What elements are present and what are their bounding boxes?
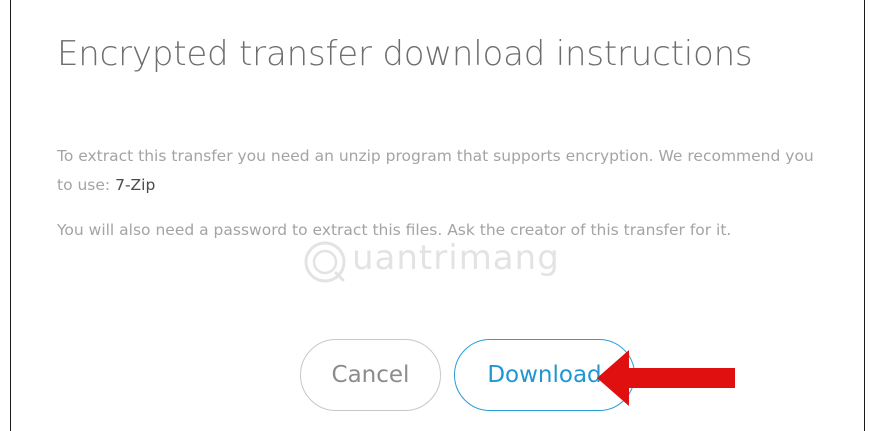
recommended-program: 7-Zip (115, 176, 156, 194)
watermark-text: uantrimang (352, 238, 560, 278)
dialog: Encrypted transfer download instructions… (0, 0, 870, 431)
watermark-logo-icon (304, 241, 346, 283)
red-arrow-icon (597, 350, 735, 406)
cancel-button[interactable]: Cancel (300, 339, 441, 411)
left-border (10, 0, 11, 431)
instructions-text: To extract this transfer you need an unz… (57, 147, 814, 194)
watermark: uantrimang (302, 233, 602, 293)
dialog-title: Encrypted transfer download instructions (57, 34, 753, 74)
instructions-paragraph: To extract this transfer you need an unz… (57, 142, 817, 200)
right-border (864, 0, 865, 431)
